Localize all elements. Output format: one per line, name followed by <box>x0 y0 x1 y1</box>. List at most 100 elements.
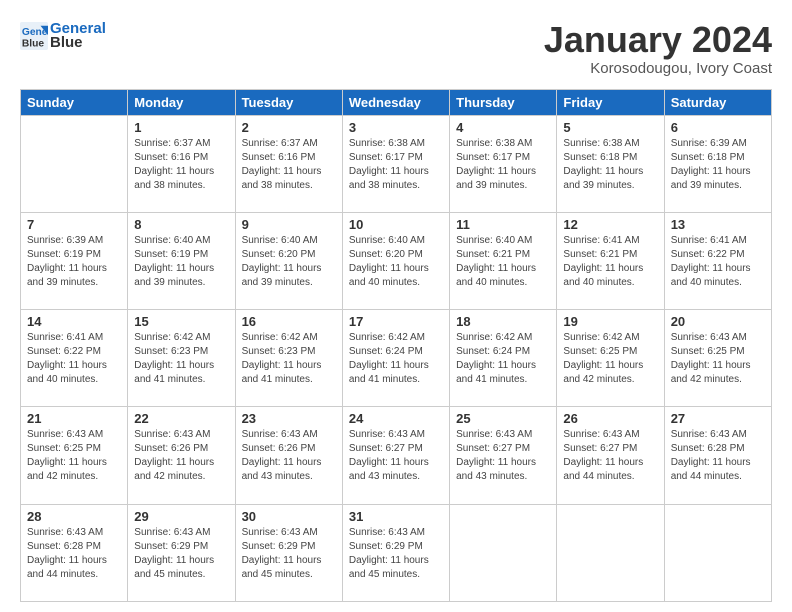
calendar-cell <box>664 504 771 601</box>
sunset-text: Sunset: 6:16 PM <box>134 152 208 163</box>
sunset-text: Sunset: 6:21 PM <box>563 249 637 260</box>
logo-text: General Blue <box>50 20 106 51</box>
logo: General Blue General Blue <box>20 20 106 51</box>
daylight-text: Daylight: 11 hours <box>349 555 429 566</box>
day-info: Sunrise: 6:43 AMSunset: 6:27 PMDaylight:… <box>456 428 550 484</box>
calendar-cell: 26Sunrise: 6:43 AMSunset: 6:27 PMDayligh… <box>557 407 664 504</box>
daylight-text-2: and 38 minutes. <box>134 180 205 191</box>
day-number: 10 <box>349 217 443 232</box>
daylight-text: Daylight: 11 hours <box>349 166 429 177</box>
calendar-cell: 5Sunrise: 6:38 AMSunset: 6:18 PMDaylight… <box>557 115 664 212</box>
daylight-text: Daylight: 11 hours <box>456 457 536 468</box>
sunset-text: Sunset: 6:18 PM <box>671 152 745 163</box>
sunrise-text: Sunrise: 6:42 AM <box>349 332 425 343</box>
day-number: 7 <box>27 217 121 232</box>
day-number: 31 <box>349 509 443 524</box>
calendar-cell: 12Sunrise: 6:41 AMSunset: 6:21 PMDayligh… <box>557 212 664 309</box>
day-info: Sunrise: 6:43 AMSunset: 6:28 PMDaylight:… <box>27 526 121 582</box>
sunset-text: Sunset: 6:16 PM <box>242 152 316 163</box>
location: Korosodougou, Ivory Coast <box>544 60 772 77</box>
day-info: Sunrise: 6:37 AMSunset: 6:16 PMDaylight:… <box>242 137 336 193</box>
calendar-cell: 10 Sunrise: 6:40 AMSunset: 6:20 PMDayligh… <box>342 212 449 309</box>
day-info: Sunrise: 6:40 AMSunset: 6:20 PMDaylight:… <box>349 234 443 290</box>
daylight-text-2: and 39 minutes. <box>27 277 98 288</box>
daylight-text: Daylight: 11 hours <box>242 263 322 274</box>
weekday-header: Saturday <box>664 89 771 115</box>
sunrise-text: Sunrise: 6:43 AM <box>242 429 318 440</box>
day-info: Sunrise: 6:43 AMSunset: 6:29 PMDaylight:… <box>134 526 228 582</box>
sunrise-text: Sunrise: 6:43 AM <box>349 429 425 440</box>
daylight-text: Daylight: 11 hours <box>671 263 751 274</box>
day-number: 23 <box>242 411 336 426</box>
day-number: 28 <box>27 509 121 524</box>
calendar-cell <box>21 115 128 212</box>
day-number: 8 <box>134 217 228 232</box>
sunset-text: Sunset: 6:20 PM <box>242 249 316 260</box>
day-info: Sunrise: 6:40 AMSunset: 6:19 PMDaylight:… <box>134 234 228 290</box>
daylight-text: Daylight: 11 hours <box>456 166 536 177</box>
day-info: Sunrise: 6:42 AMSunset: 6:24 PMDaylight:… <box>349 331 443 387</box>
calendar-week-row: 21Sunrise: 6:43 AMSunset: 6:25 PMDayligh… <box>21 407 772 504</box>
sunrise-text: Sunrise: 6:39 AM <box>27 235 103 246</box>
calendar-cell: 17Sunrise: 6:42 AMSunset: 6:24 PMDayligh… <box>342 310 449 407</box>
sunrise-text: Sunrise: 6:37 AM <box>242 138 318 149</box>
day-info: Sunrise: 6:43 AM Sunset: 6:26 PM Daylight:… <box>242 428 336 484</box>
sunrise-text: Sunrise: 6:43 AM <box>27 429 103 440</box>
daylight-text-2: and 40 minutes. <box>27 374 98 385</box>
calendar-cell: 16 Sunrise: 6:42 AMSunset: 6:23 PMDayligh… <box>235 310 342 407</box>
sunrise-text: Sunrise: 6:37 AM <box>134 138 210 149</box>
calendar-cell: 7Sunrise: 6:39 AMSunset: 6:19 PMDaylight… <box>21 212 128 309</box>
calendar-cell: 18Sunrise: 6:42 AMSunset: 6:24 PMDayligh… <box>450 310 557 407</box>
day-info: Sunrise: 6:42 AMSunset: 6:23 PMDaylight:… <box>134 331 228 387</box>
sunrise-text: Sunrise: 6:38 AM <box>349 138 425 149</box>
daylight-text: Daylight: 11 hours <box>456 360 536 371</box>
svg-text:Blue: Blue <box>22 38 45 49</box>
daylight-text-2: and 41 minutes. <box>242 374 313 385</box>
calendar-cell: 13Sunrise: 6:41 AMSunset: 6:22 PMDayligh… <box>664 212 771 309</box>
sunset-text: Sunset: 6:28 PM <box>671 443 745 454</box>
daylight-text-2: and 39 minutes. <box>242 277 313 288</box>
daylight-text-2: and 42 minutes. <box>27 471 98 482</box>
sunrise-text: Sunrise: 6:43 AM <box>349 527 425 538</box>
sunrise-text: Sunrise: 6:40 AM <box>242 235 318 246</box>
daylight-text: Daylight: 11 hours <box>563 360 643 371</box>
sunset-text: Sunset: 6:19 PM <box>27 249 101 260</box>
day-info: Sunrise: 6:42 AMSunset: 6:25 PMDaylight:… <box>563 331 657 387</box>
sunset-text: Sunset: 6:25 PM <box>27 443 101 454</box>
day-number: 26 <box>563 411 657 426</box>
daylight-text: Daylight: 11 hours <box>27 555 107 566</box>
calendar-cell: 2Sunrise: 6:37 AMSunset: 6:16 PMDaylight… <box>235 115 342 212</box>
sunrise-text: Sunrise: 6:43 AM <box>563 429 639 440</box>
day-info: Sunrise: 6:43 AMSunset: 6:29 PMDaylight:… <box>242 526 336 582</box>
day-info: Sunrise: 6:42 AMSunset: 6:23 PMDaylight:… <box>242 331 336 387</box>
calendar-cell: 22Sunrise: 6:43 AMSunset: 6:26 PMDayligh… <box>128 407 235 504</box>
calendar-cell: 28 Sunrise: 6:43 AMSunset: 6:28 PMDayligh… <box>21 504 128 601</box>
sunset-text: Sunset: 6:27 PM <box>456 443 530 454</box>
daylight-text-2: and 44 minutes. <box>563 471 634 482</box>
calendar-week-row: 14Sunrise: 6:41 AMSunset: 6:22 PMDayligh… <box>21 310 772 407</box>
day-number: 15 <box>134 314 228 329</box>
calendar-table: SundayMondayTuesdayWednesdayThursdayFrid… <box>20 89 772 602</box>
daylight-text-2: and 39 minutes. <box>134 277 205 288</box>
day-info: Sunrise: 6:43 AMSunset: 6:25 PMDaylight:… <box>671 331 765 387</box>
daylight-text: Daylight: 11 hours <box>242 457 322 468</box>
daylight-text-2: and 45 minutes. <box>349 569 420 580</box>
sunset-text: Sunset: 6:22 PM <box>27 346 101 357</box>
sunset-text: Sunset: 6:25 PM <box>671 346 745 357</box>
sunrise-text: Sunrise: 6:40 AM <box>134 235 210 246</box>
daylight-text-2: and 39 minutes. <box>563 180 634 191</box>
calendar-cell: 4Sunrise: 6:38 AMSunset: 6:17 PMDaylight… <box>450 115 557 212</box>
sunset-text: Sunset: 6:26 PM <box>242 443 316 454</box>
day-info: Sunrise: 6:41 AMSunset: 6:21 PMDaylight:… <box>563 234 657 290</box>
weekday-row: SundayMondayTuesdayWednesdayThursdayFrid… <box>21 89 772 115</box>
day-info: Sunrise: 6:38 AMSunset: 6:17 PMDaylight:… <box>456 137 550 193</box>
sunrise-text: Sunrise: 6:42 AM <box>563 332 639 343</box>
daylight-text-2: and 39 minutes. <box>671 180 742 191</box>
daylight-text-2: and 45 minutes. <box>134 569 205 580</box>
day-number: 16 <box>242 314 336 329</box>
day-number: 14 <box>27 314 121 329</box>
sunrise-text: Sunrise: 6:43 AM <box>671 332 747 343</box>
calendar-cell: 20Sunrise: 6:43 AMSunset: 6:25 PMDayligh… <box>664 310 771 407</box>
sunset-text: Sunset: 6:26 PM <box>134 443 208 454</box>
weekday-header: Monday <box>128 89 235 115</box>
